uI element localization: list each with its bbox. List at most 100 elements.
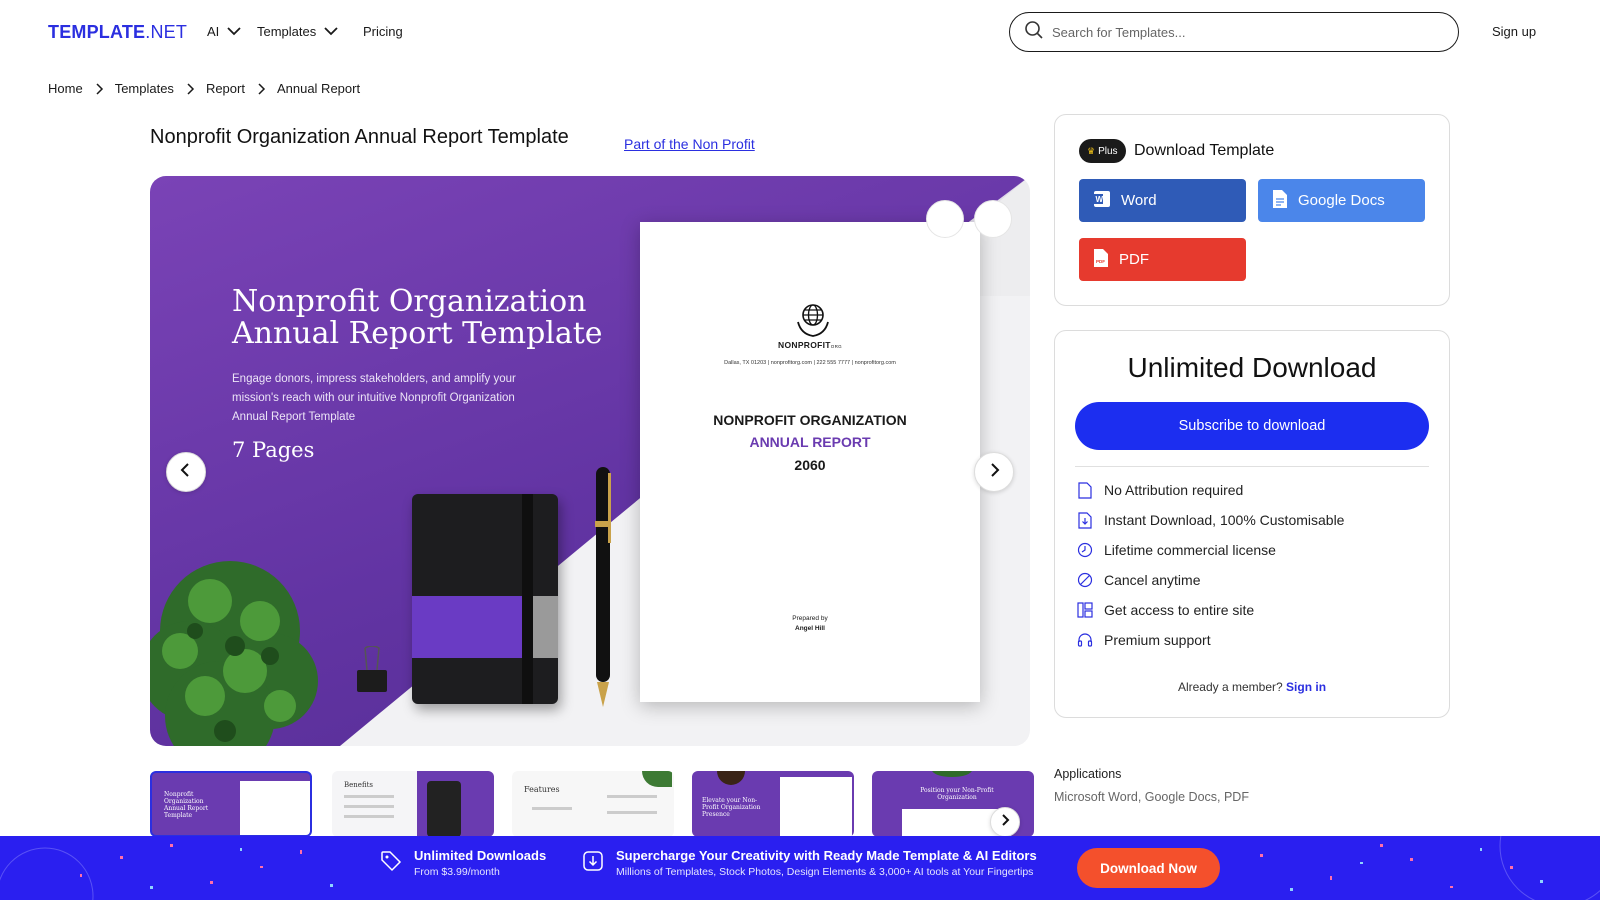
feature-label: Cancel anytime xyxy=(1104,572,1201,588)
signin-link[interactable]: Sign in xyxy=(1286,680,1326,694)
breadcrumb: Home Templates Report Annual Report xyxy=(48,81,360,96)
thumbnail-line xyxy=(532,807,572,810)
feature-item: No Attribution required xyxy=(1076,481,1243,499)
thumbnail-line xyxy=(344,805,394,808)
thumbnail-label: Nonprofit Organization Annual Report Tem… xyxy=(164,791,209,819)
thumbnail-line xyxy=(344,795,394,798)
thumbnail-label: Features xyxy=(524,785,560,794)
thumbnail-label: Position your Non-Profit Organization xyxy=(920,787,994,801)
banner-supercharge-block: Supercharge Your Creativity with Ready M… xyxy=(582,848,1037,878)
thumbnail-next-button[interactable] xyxy=(990,807,1020,837)
site-logo[interactable]: TEMPLATE.NET xyxy=(48,22,187,43)
pen-image xyxy=(595,467,611,707)
plus-badge: ♛ Plus xyxy=(1079,139,1126,163)
chevron-right-icon xyxy=(255,82,267,95)
download-file-icon xyxy=(1076,511,1094,529)
svg-text:PDF: PDF xyxy=(1096,259,1105,264)
download-box-icon xyxy=(582,850,604,877)
logo-text: TEMPLATE xyxy=(48,22,146,42)
promo-banner: Unlimited Downloads From $3.99/month Sup… xyxy=(0,836,1600,900)
feature-label: Get access to entire site xyxy=(1104,602,1255,618)
doc-contact: Dallas, TX 01203 | nonprofitorg.com | 22… xyxy=(724,360,896,366)
cancel-icon xyxy=(1076,571,1094,589)
document-cover: NONPROFITORG Dallas, TX 01203 | nonprofi… xyxy=(640,222,980,702)
subscribe-button[interactable]: Subscribe to download xyxy=(1075,402,1429,450)
thumbnail-3[interactable]: Features xyxy=(512,771,674,837)
nav-pricing-label: Pricing xyxy=(363,24,403,39)
unlimited-title: Unlimited Download xyxy=(1127,352,1377,383)
share-button[interactable] xyxy=(974,200,1012,238)
doc-prepared-by: Prepared by Angel Hill xyxy=(640,614,980,634)
thumbnail-cup xyxy=(717,771,745,785)
member-signin: Already a member? Sign in xyxy=(1056,680,1448,694)
chevron-right-icon xyxy=(93,82,105,95)
carousel-next-button[interactable] xyxy=(974,452,1014,492)
svg-text:W: W xyxy=(1096,195,1104,204)
breadcrumb-templates[interactable]: Templates xyxy=(115,81,174,96)
template-preview: Nonprofit Organization Annual Report Tem… xyxy=(150,176,1030,746)
feature-label: Lifetime commercial license xyxy=(1104,542,1276,558)
breadcrumb-annual-report[interactable]: Annual Report xyxy=(277,81,360,96)
nav-templates[interactable]: Templates xyxy=(257,24,338,39)
notebook-strap xyxy=(522,494,533,704)
word-icon: W xyxy=(1093,190,1111,212)
chevron-right-icon xyxy=(988,462,1000,482)
globe-hands-icon xyxy=(797,304,829,337)
download-pdf-button[interactable]: PDF PDF xyxy=(1079,238,1246,281)
pdf-icon: PDF xyxy=(1093,248,1109,272)
thumbnail-doc xyxy=(902,809,1002,837)
feature-item: Cancel anytime xyxy=(1076,571,1201,589)
notebook-image xyxy=(412,494,558,704)
thumbnail-doc xyxy=(780,777,852,837)
pdf-label: PDF xyxy=(1119,251,1149,268)
member-text: Already a member? xyxy=(1177,680,1283,694)
doc-title-line2: ANNUAL REPORT xyxy=(749,434,871,450)
applications-value: Microsoft Word, Google Docs, PDF xyxy=(1054,790,1249,804)
chevron-down-icon xyxy=(227,24,241,39)
search-input[interactable] xyxy=(1052,24,1432,40)
download-now-button[interactable]: Download Now xyxy=(1077,848,1220,888)
nav-pricing[interactable]: Pricing xyxy=(363,24,403,39)
doc-org-text: NONPROFIT xyxy=(778,340,831,350)
banner-sub-1: From $3.99/month xyxy=(414,866,500,878)
favorite-button[interactable] xyxy=(926,200,964,238)
signup-link[interactable]: Sign up xyxy=(1492,24,1536,39)
preview-hero-title: Nonprofit Organization Annual Report Tem… xyxy=(232,284,603,351)
download-word-button[interactable]: W Word xyxy=(1079,179,1246,222)
category-link[interactable]: Part of the Non Profit xyxy=(624,136,755,152)
carousel-prev-button[interactable] xyxy=(166,452,206,492)
search-bar[interactable] xyxy=(1009,12,1459,52)
google-docs-icon xyxy=(1272,189,1288,213)
page-title: Nonprofit Organization Annual Report Tem… xyxy=(150,126,569,148)
crown-icon: ♛ xyxy=(1087,145,1096,156)
divider xyxy=(1075,466,1429,467)
clock-icon xyxy=(1076,541,1094,559)
banner-title-1: Unlimited Downloads xyxy=(414,848,547,863)
preview-hero-description: Engage donors, impress stakeholders, and… xyxy=(232,373,516,423)
nav-ai[interactable]: AI xyxy=(207,24,241,39)
download-google-docs-button[interactable]: Google Docs xyxy=(1258,179,1425,222)
thumbnail-plant xyxy=(932,771,972,777)
doc-year: 2060 xyxy=(794,457,826,473)
chevron-left-icon xyxy=(180,462,192,482)
headset-icon xyxy=(1076,631,1094,649)
thumbnail-doc xyxy=(240,781,310,835)
plus-badge-label: Plus xyxy=(1098,145,1118,157)
feature-item: Instant Download, 100% Customisable xyxy=(1076,511,1344,529)
breadcrumb-report[interactable]: Report xyxy=(206,81,245,96)
thumbnail-leaf xyxy=(642,771,672,787)
breadcrumb-home[interactable]: Home xyxy=(48,81,83,96)
search-icon xyxy=(1024,20,1044,45)
nav-templates-label: Templates xyxy=(257,24,317,39)
doc-org-suffix: ORG xyxy=(830,344,842,349)
thumbnail-1[interactable]: Nonprofit Organization Annual Report Tem… xyxy=(150,771,312,837)
thumbnail-4[interactable]: Elevate your Non-Profit Organization Pre… xyxy=(692,771,854,837)
nav-ai-label: AI xyxy=(207,24,220,39)
google-docs-label: Google Docs xyxy=(1298,192,1385,209)
feature-item: Get access to entire site xyxy=(1076,601,1254,619)
banner-sub-2: Millions of Templates, Stock Photos, Des… xyxy=(616,866,1034,878)
applications-label: Applications xyxy=(1054,767,1122,781)
chevron-right-icon xyxy=(1000,813,1010,831)
thumbnail-2[interactable]: Benefits xyxy=(332,771,494,837)
plant-image xyxy=(150,561,318,746)
